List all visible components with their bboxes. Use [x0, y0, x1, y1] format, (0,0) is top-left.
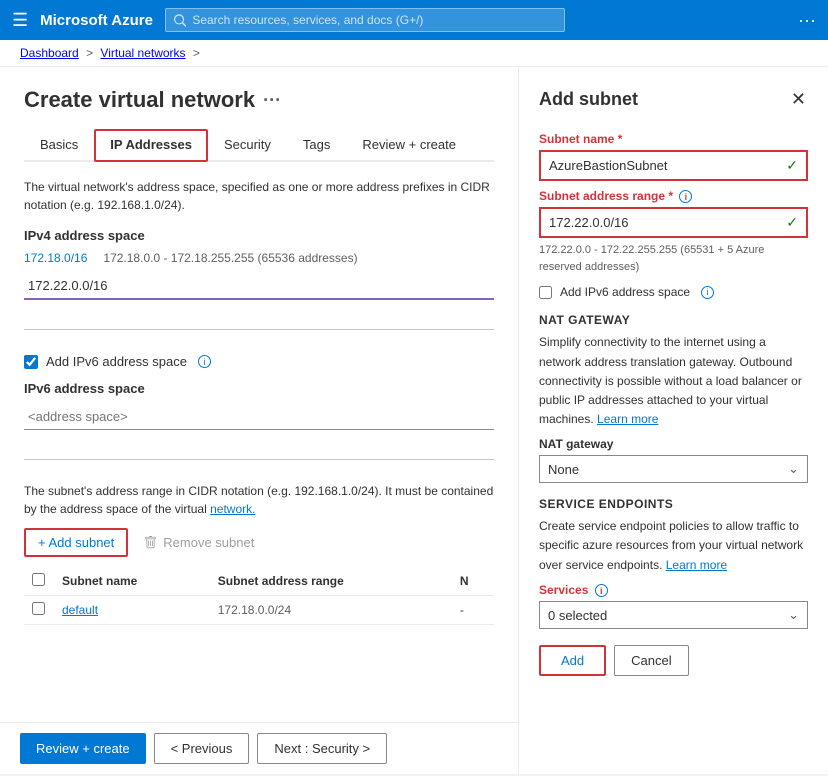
right-panel: Add subnet ✕ Subnet name * AzureBastionS… — [518, 67, 828, 774]
subnet-name-input-wrap: AzureBastionSubnet ✓ — [539, 150, 808, 181]
search-icon — [174, 14, 186, 27]
subnet-name-checkmark: ✓ — [786, 157, 798, 174]
panel-close-button[interactable]: ✕ — [789, 87, 808, 112]
col-n: N — [452, 567, 494, 596]
ipv4-address-row: 172.18.0/16 172.18.0.0 - 172.18.255.255 … — [24, 251, 494, 265]
services-select[interactable]: 0 selected ⌄ — [539, 601, 808, 629]
col-check — [24, 567, 54, 596]
app-title: Microsoft Azure — [40, 12, 153, 29]
bottom-bar: Review + create < Previous Next : Securi… — [0, 722, 518, 774]
ipv6-checkbox-row: Add IPv6 address space i — [24, 354, 494, 369]
nat-gateway-section: NAT GATEWAY Simplify connectivity to the… — [539, 313, 808, 429]
subnet-actions: + Add subnet Remove subnet — [24, 528, 494, 557]
subnet-range-note: 172.22.0.0 - 172.22.255.255 (65531 + 5 A… — [539, 242, 808, 275]
previous-button[interactable]: < Previous — [154, 733, 250, 764]
nat-gateway-select[interactable]: None ⌄ — [539, 455, 808, 483]
subnet-address-checkmark: ✓ — [786, 214, 798, 231]
services-info-icon[interactable]: i — [595, 584, 608, 597]
ipv6-checkbox-label: Add IPv6 address space — [46, 354, 187, 369]
ipv4-cidr: 172.18.0/16 — [24, 251, 87, 265]
col-subnet-name: Subnet name — [54, 567, 210, 596]
required-marker: * — [618, 132, 623, 146]
subnet-name-link[interactable]: default — [62, 603, 98, 617]
review-create-button[interactable]: Review + create — [20, 733, 146, 764]
hamburger-icon[interactable]: ☰ — [12, 10, 28, 31]
ipv6-checkbox[interactable] — [24, 355, 38, 369]
trash-icon — [144, 536, 157, 549]
subnet-name-value: AzureBastionSubnet — [549, 158, 668, 173]
remove-subnet-button[interactable]: Remove subnet — [136, 530, 262, 555]
select-all-checkbox[interactable] — [32, 573, 45, 586]
ipv6-section-label: IPv6 address space — [24, 381, 494, 396]
ipv6-info-icon[interactable]: i — [198, 355, 211, 368]
tab-security[interactable]: Security — [208, 129, 287, 162]
services-value: 0 selected — [548, 608, 607, 623]
services-field-label: Services i — [539, 583, 808, 597]
table-row: default 172.18.0.0/24 - — [24, 596, 494, 625]
nat-gateway-desc: Simplify connectivity to the internet us… — [539, 333, 808, 429]
next-button[interactable]: Next : Security > — [257, 733, 387, 764]
ipv6-input[interactable] — [24, 404, 494, 430]
remove-subnet-label: Remove subnet — [163, 535, 254, 550]
ipv4-range: 172.18.0.0 - 172.18.255.255 (65536 addre… — [103, 251, 357, 265]
tab-tags[interactable]: Tags — [287, 129, 346, 162]
ipv4-input-1[interactable] — [24, 273, 494, 300]
subnet-table: Subnet name Subnet address range N defau… — [24, 567, 494, 625]
service-endpoints-label-header: SERVICE ENDPOINTS — [539, 497, 808, 511]
ipv4-section-label: IPv4 address space — [24, 228, 494, 243]
panel-ipv6-info-icon[interactable]: i — [701, 286, 714, 299]
main-container: Create virtual network ··· Basics IP Add… — [0, 67, 828, 774]
row-checkbox[interactable] — [32, 602, 45, 615]
nat-gateway-learn-more[interactable]: Learn more — [597, 412, 658, 426]
required-marker-2: * — [668, 189, 673, 203]
tab-review-create[interactable]: Review + create — [346, 129, 472, 162]
left-panel: Create virtual network ··· Basics IP Add… — [0, 67, 518, 774]
panel-ipv6-checkbox-row: Add IPv6 address space i — [539, 285, 808, 299]
panel-ipv6-label: Add IPv6 address space — [560, 285, 690, 299]
tab-basics[interactable]: Basics — [24, 129, 94, 162]
cancel-button[interactable]: Cancel — [614, 645, 688, 676]
subnet-address-info-icon[interactable]: i — [679, 190, 692, 203]
subnet-name-label: Subnet name * — [539, 132, 808, 146]
breadcrumb-virtual-networks[interactable]: Virtual networks — [100, 46, 185, 60]
section-description: The virtual network's address space, spe… — [24, 178, 494, 214]
row-check — [24, 596, 54, 625]
panel-ipv6-checkbox[interactable] — [539, 286, 552, 299]
chevron-down-icon: ⌄ — [788, 461, 799, 477]
add-subnet-button[interactable]: + Add subnet — [24, 528, 128, 557]
panel-title: Add subnet — [539, 89, 638, 110]
nat-gateway-label-header: NAT GATEWAY — [539, 313, 808, 327]
page-title: Create virtual network ··· — [24, 87, 494, 113]
tabs: Basics IP Addresses Security Tags Review… — [24, 129, 494, 162]
search-input[interactable] — [192, 13, 556, 27]
topbar: ☰ Microsoft Azure ··· — [0, 0, 828, 40]
services-chevron-icon: ⌄ — [788, 607, 799, 623]
ipv6-input-2[interactable] — [24, 434, 494, 460]
more-options-icon[interactable]: ··· — [798, 10, 816, 31]
panel-bottom: Add Cancel — [539, 645, 808, 676]
nat-gateway-field-label: NAT gateway — [539, 437, 808, 451]
nat-gateway-value: None — [548, 462, 579, 477]
breadcrumb: Dashboard > Virtual networks > — [0, 40, 828, 67]
tab-ip-addresses[interactable]: IP Addresses — [94, 129, 208, 162]
title-options-icon[interactable]: ··· — [263, 90, 281, 111]
subnet-address-value: 172.22.0.0/16 — [549, 215, 629, 230]
row-subnet-range: 172.18.0.0/24 — [210, 596, 452, 625]
search-bar[interactable] — [165, 8, 565, 32]
subnet-address-label: Subnet address range * i — [539, 189, 808, 203]
row-subnet-name: default — [54, 596, 210, 625]
service-endpoints-section: SERVICE ENDPOINTS Create service endpoin… — [539, 497, 808, 575]
subnet-note: The subnet's address range in CIDR notat… — [24, 482, 494, 518]
row-n: - — [452, 596, 494, 625]
service-endpoints-desc: Create service endpoint policies to allo… — [539, 517, 808, 575]
subnet-address-input-wrap: 172.22.0.0/16 ✓ — [539, 207, 808, 238]
col-subnet-range: Subnet address range — [210, 567, 452, 596]
ipv4-input-2[interactable] — [24, 304, 494, 330]
breadcrumb-dashboard[interactable]: Dashboard — [20, 46, 79, 60]
add-button[interactable]: Add — [539, 645, 606, 676]
subnet-note-link[interactable]: network. — [210, 502, 255, 516]
panel-header: Add subnet ✕ — [539, 87, 808, 112]
service-endpoints-learn-more[interactable]: Learn more — [666, 558, 727, 572]
